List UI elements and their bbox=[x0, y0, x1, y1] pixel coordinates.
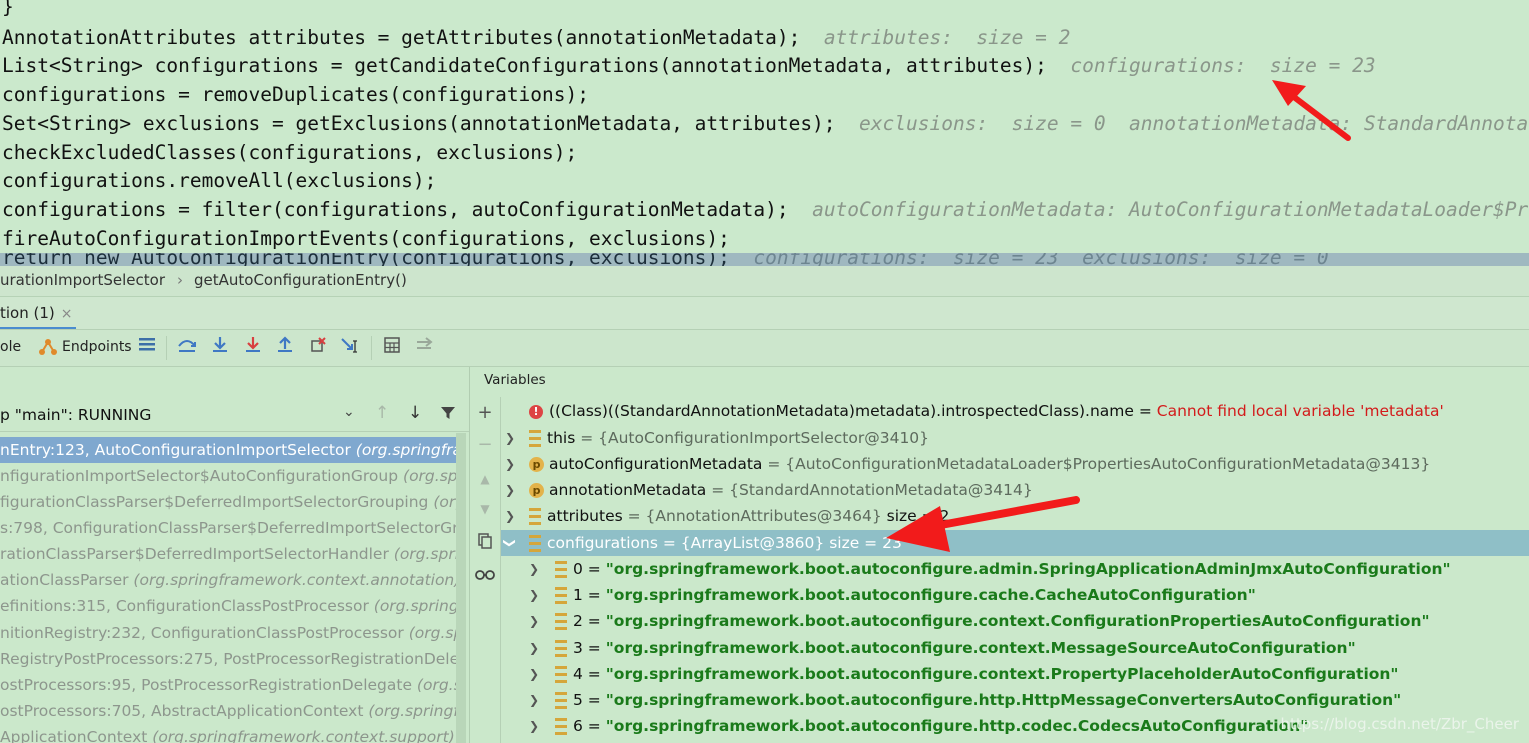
red-arrow-icon bbox=[886, 496, 1080, 552]
red-arrow-icon bbox=[1272, 80, 1351, 141]
annotation-overlay bbox=[886, 80, 1351, 552]
